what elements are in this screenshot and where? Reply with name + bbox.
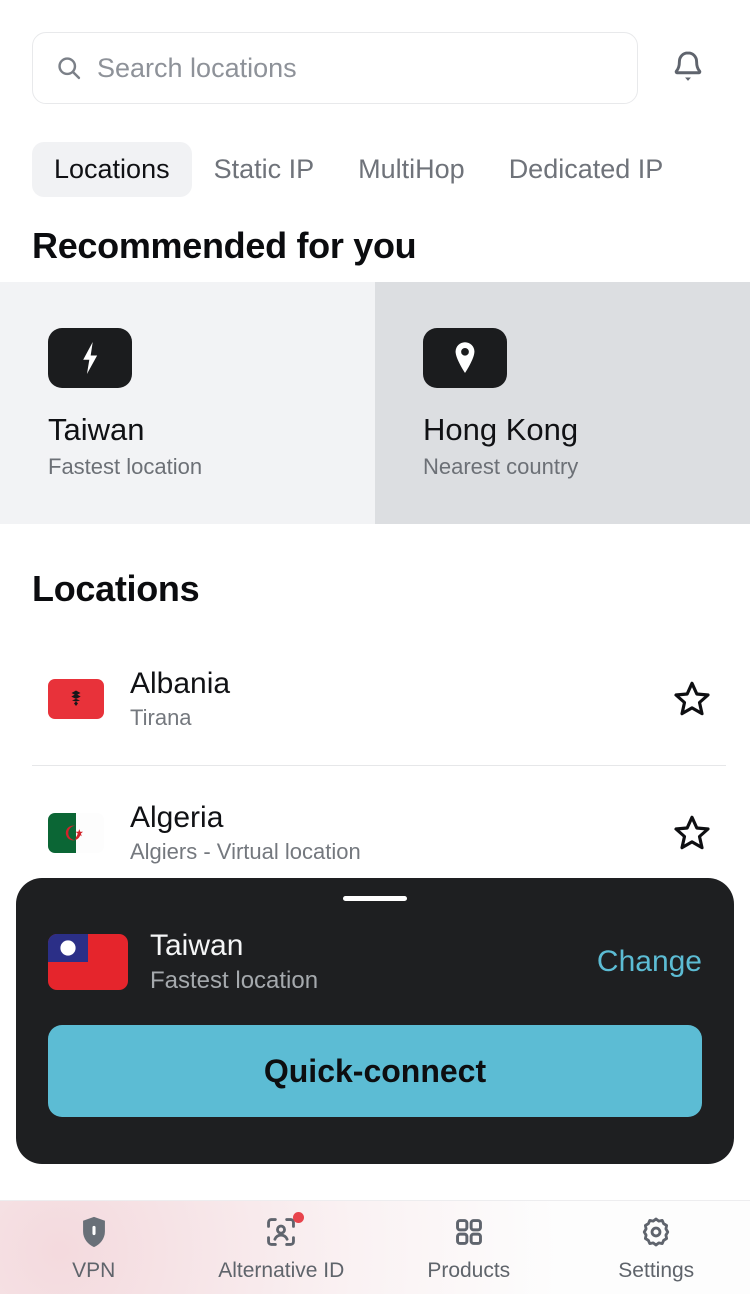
sheet-location-row: Taiwan Fastest location Change — [48, 929, 702, 995]
albania-flag — [48, 679, 104, 719]
bottom-navigation: VPN Alternative ID Products Settings — [0, 1200, 750, 1294]
tab-bar: Locations Static IP MultiHop Dedicated I… — [0, 138, 750, 200]
sheet-location-text: Taiwan Fastest location — [150, 929, 597, 995]
locations-heading: Locations — [32, 568, 200, 609]
map-pin-icon — [455, 342, 475, 373]
drag-handle[interactable] — [343, 896, 407, 901]
recommended-card-hong-kong[interactable]: Hong Kong Nearest country — [375, 282, 750, 524]
nav-item-alternative-id[interactable]: Alternative ID — [188, 1201, 376, 1294]
search-box[interactable] — [32, 32, 638, 104]
nav-item-products[interactable]: Products — [375, 1201, 563, 1294]
star-outline-icon — [674, 815, 710, 850]
nav-label-alternative-id: Alternative ID — [218, 1258, 345, 1282]
search-input[interactable] — [97, 33, 615, 103]
nav-label-vpn: VPN — [72, 1258, 116, 1282]
location-row-albania[interactable]: Albania Tirana — [0, 632, 750, 766]
lightning-bolt-icon-box — [48, 328, 132, 388]
location-city: Tirana — [130, 705, 192, 730]
locations-list: Albania Tirana Algeria Algiers - Virtual… — [0, 632, 750, 900]
recommended-card-title: Hong Kong — [423, 412, 579, 447]
location-text: Algeria Algiers - Virtual location — [130, 801, 666, 865]
search-icon — [58, 57, 81, 80]
algeria-flag — [48, 813, 104, 853]
notification-badge-dot — [293, 1211, 305, 1223]
favorite-toggle-albania[interactable] — [666, 673, 718, 725]
gear-icon — [643, 1217, 670, 1246]
nav-label-settings: Settings — [618, 1258, 695, 1282]
shield-icon — [82, 1216, 105, 1247]
recommended-card-subtitle: Nearest country — [423, 454, 579, 479]
taiwan-flag — [48, 934, 128, 990]
location-country: Algeria — [130, 801, 224, 834]
grid-squares-icon — [455, 1218, 482, 1245]
favorite-toggle-algeria[interactable] — [666, 807, 718, 859]
sheet-country: Taiwan — [150, 929, 244, 962]
location-country: Albania — [130, 667, 231, 700]
connection-sheet: Taiwan Fastest location Change Quick-con… — [16, 878, 734, 1164]
sheet-subtitle: Fastest location — [150, 967, 319, 994]
quick-connect-button[interactable]: Quick-connect — [48, 1025, 702, 1117]
map-pin-icon-box — [423, 328, 507, 388]
recommended-cards: Taiwan Fastest location Hong Kong Neares… — [0, 282, 750, 524]
vpn-app-screen: Locations Static IP MultiHop Dedicated I… — [0, 0, 750, 1294]
gear-icon-wrap — [636, 1213, 676, 1251]
nav-item-settings[interactable]: Settings — [563, 1201, 750, 1294]
lightning-bolt-icon — [83, 342, 98, 374]
location-city: Algiers - Virtual location — [130, 839, 361, 864]
tab-multihop[interactable]: MultiHop — [336, 142, 487, 197]
recommended-heading: Recommended for you — [32, 225, 417, 266]
shield-icon-wrap — [74, 1213, 114, 1251]
notifications-button[interactable] — [660, 32, 716, 104]
recommended-card-taiwan[interactable]: Taiwan Fastest location — [0, 282, 375, 524]
recommended-card-title: Taiwan — [48, 412, 145, 447]
grid-squares-icon-wrap — [449, 1213, 489, 1251]
tab-locations[interactable]: Locations — [32, 141, 192, 197]
nav-item-vpn[interactable]: VPN — [0, 1201, 188, 1294]
search-row — [32, 32, 718, 104]
star-outline-icon — [674, 681, 710, 716]
change-location-button[interactable]: Change — [597, 939, 702, 985]
identity-scan-icon-wrap — [261, 1211, 305, 1251]
bell-icon — [674, 51, 702, 81]
tab-static-ip[interactable]: Static IP — [192, 142, 337, 197]
nav-label-products: Products — [427, 1258, 511, 1282]
recommended-card-subtitle: Fastest location — [48, 454, 203, 479]
location-text: Albania Tirana — [130, 667, 666, 731]
tab-dedicated-ip[interactable]: Dedicated IP — [487, 142, 686, 197]
